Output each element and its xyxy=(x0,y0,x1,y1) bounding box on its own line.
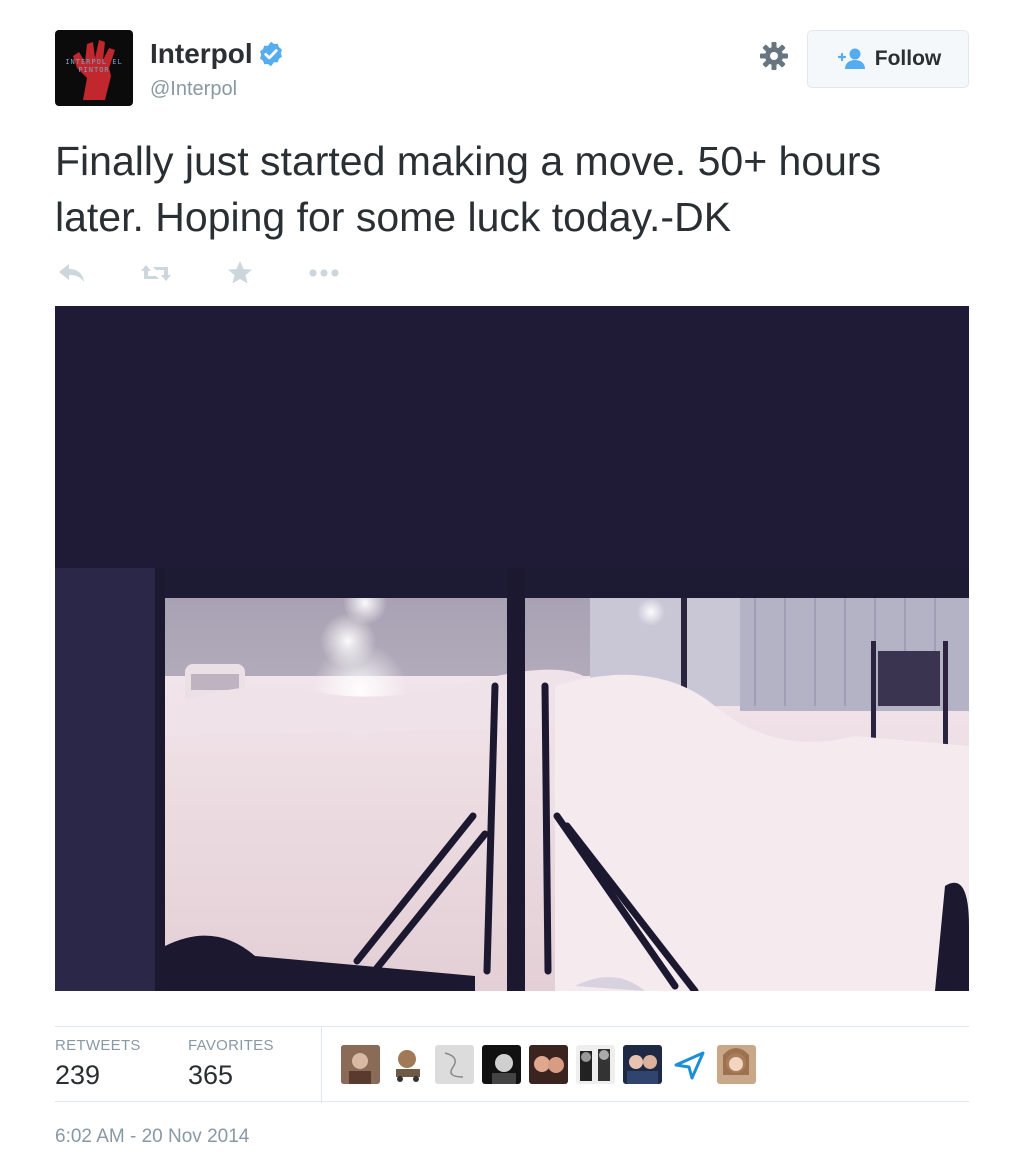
reply-icon xyxy=(59,264,84,282)
account-handle[interactable]: @Interpol xyxy=(150,78,237,101)
add-user-icon xyxy=(837,48,865,69)
favorites-count: 365 xyxy=(188,1060,234,1090)
favorites-stat[interactable]: FAVORITES 365 xyxy=(188,1037,274,1091)
follow-button-label: Follow xyxy=(874,47,942,70)
tweet-timestamp[interactable]: 6:02 AM - 20 Nov 2014 xyxy=(55,1126,249,1148)
snowy-road-photo xyxy=(55,306,969,991)
account-name[interactable]: Interpol xyxy=(150,38,253,70)
follow-button[interactable]: Follow xyxy=(807,30,969,88)
favoriter-avatar[interactable] xyxy=(482,1045,521,1084)
avatar-band-text: INTERPOL EL PINTOR xyxy=(65,58,123,74)
favoriter-avatar[interactable] xyxy=(576,1045,615,1084)
favoriter-avatar[interactable] xyxy=(717,1045,756,1084)
tweet-text: Finally just started making a move. 50+ … xyxy=(55,138,882,240)
name-row: Interpol xyxy=(150,38,285,70)
favoriter-avatar[interactable] xyxy=(529,1045,568,1084)
reply-button[interactable] xyxy=(55,256,89,290)
favorite-icon xyxy=(228,261,252,284)
favoriter-avatar[interactable] xyxy=(341,1045,380,1084)
retweets-stat[interactable]: RETWEETS 239 xyxy=(55,1037,141,1091)
favoriter-avatar[interactable] xyxy=(623,1045,662,1084)
favoriter-avatar[interactable] xyxy=(388,1045,427,1084)
verified-badge-icon xyxy=(259,41,282,67)
tweet-header: INTERPOL EL PINTOR Interpol @Interpol Fo… xyxy=(55,30,969,110)
favoriter-avatar[interactable] xyxy=(670,1045,709,1084)
avatar[interactable]: INTERPOL EL PINTOR xyxy=(55,30,133,106)
gear-icon[interactable] xyxy=(758,40,790,72)
tweet-actions xyxy=(55,256,341,290)
more-icon xyxy=(309,269,339,277)
more-button[interactable] xyxy=(307,256,341,290)
retweets-count: 239 xyxy=(55,1060,101,1090)
favoriter-avatar[interactable] xyxy=(435,1045,474,1084)
retweet-icon xyxy=(141,265,171,281)
favorite-button[interactable] xyxy=(223,256,257,290)
favoriters-avatars xyxy=(341,1045,756,1084)
favorites-label: FAVORITES xyxy=(188,1037,274,1054)
tweet-photo[interactable] xyxy=(55,306,969,991)
retweets-label: RETWEETS xyxy=(55,1037,141,1054)
tweet-stats: RETWEETS 239 FAVORITES 365 xyxy=(55,1026,969,1103)
stats-divider xyxy=(321,1027,322,1103)
retweet-button[interactable] xyxy=(139,256,173,290)
